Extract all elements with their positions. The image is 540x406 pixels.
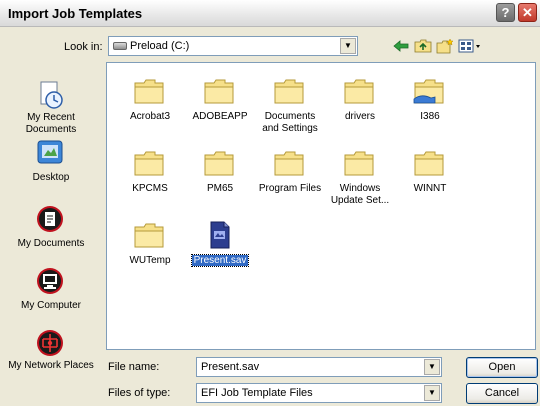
file-type-select[interactable]: EFI Job Template Files ▼ (196, 383, 442, 403)
file-name-value: Present.sav (201, 361, 260, 373)
file-name: Windows Update Set... (330, 183, 390, 206)
file-name-label: File name: (108, 361, 160, 373)
place-my-documents[interactable]: My Documents (2, 204, 100, 258)
my-computer-icon (37, 268, 63, 294)
file-type-value: EFI Job Template Files (201, 387, 313, 399)
folder-icon (344, 79, 374, 104)
file-item[interactable]: Program Files (255, 149, 325, 213)
desktop-icon (37, 140, 63, 164)
folder-icon (344, 151, 374, 176)
folder-icon (204, 79, 234, 104)
file-type-label: Files of type: (108, 387, 171, 399)
file-name: Program Files (258, 183, 322, 194)
folder-icon (204, 151, 234, 176)
file-name-input[interactable]: Present.sav ▼ (196, 357, 442, 377)
place-label: My Computer (20, 300, 81, 311)
file-item[interactable]: Acrobat3 (115, 77, 185, 141)
template-file-icon (210, 221, 230, 249)
file-item[interactable]: I386 (395, 77, 465, 141)
place-label: My Network Places (8, 360, 94, 371)
look-in-dropdown[interactable]: Preload (C:) ▼ (108, 36, 358, 56)
place-recent-documents[interactable]: My Recent Documents (2, 80, 100, 144)
new-folder-icon[interactable] (436, 38, 454, 54)
place-desktop[interactable]: Desktop (2, 138, 100, 190)
file-name: KPCMS (132, 183, 168, 194)
close-button[interactable]: ✕ (518, 3, 537, 22)
file-name: drivers (344, 111, 375, 122)
file-item[interactable]: drivers (325, 77, 395, 141)
cancel-button[interactable]: Cancel (466, 383, 538, 404)
place-label: My Documents (17, 238, 85, 249)
folder-icon (134, 151, 164, 176)
file-item[interactable]: PM65 (185, 149, 255, 213)
file-item[interactable]: Documents and Settings (255, 77, 325, 141)
open-button[interactable]: Open (466, 357, 538, 378)
back-arrow-icon[interactable] (392, 38, 410, 54)
chevron-down-icon[interactable]: ▼ (424, 359, 440, 375)
file-item[interactable]: Windows Update Set... (325, 149, 395, 213)
folder-icon (414, 151, 444, 176)
folder-icon (274, 79, 304, 104)
place-network-places[interactable]: My Network Places (2, 328, 100, 392)
file-item[interactable]: WINNT (395, 149, 465, 213)
file-name: I386 (420, 111, 440, 122)
view-menu-icon[interactable] (458, 38, 482, 54)
file-name: WINNT (413, 183, 447, 194)
folder-icon (274, 151, 304, 176)
window-title: Import Job Templates (8, 6, 143, 21)
look-in-label: Look in: (64, 41, 103, 53)
folder-icon (134, 79, 164, 104)
place-label: Desktop (32, 172, 70, 183)
file-name: Acrobat3 (129, 111, 171, 122)
help-button[interactable]: ? (496, 3, 515, 22)
place-label: My Recent Documents (25, 112, 77, 135)
places-bar: My Recent Documents Desktop My Documents… (2, 68, 100, 406)
network-places-icon (37, 330, 63, 356)
file-name: ADOBEAPP (192, 111, 248, 122)
folder-icon (134, 223, 164, 248)
file-name: PM65 (206, 183, 234, 194)
file-name: Documents and Settings (262, 111, 318, 134)
shared-folder-icon (413, 79, 444, 104)
file-item[interactable]: ADOBEAPP (185, 77, 255, 141)
chevron-down-icon[interactable]: ▼ (424, 385, 440, 401)
look-in-value: Preload (C:) (130, 40, 190, 52)
my-documents-icon (37, 206, 63, 232)
file-list[interactable]: Acrobat3 ADOBEAPP Documents and Settings… (106, 62, 536, 350)
file-name-selected: Present.sav (190, 254, 250, 267)
file-item-selected[interactable]: Present.sav (185, 221, 255, 285)
drive-icon (113, 42, 127, 50)
up-folder-icon[interactable] (414, 38, 432, 54)
file-item[interactable]: WUTemp (115, 221, 185, 285)
title-bar: Import Job Templates ? ✕ (0, 0, 540, 27)
file-name: WUTemp (129, 255, 171, 266)
chevron-down-icon[interactable]: ▼ (340, 38, 356, 54)
recent-documents-icon (40, 81, 63, 109)
place-my-computer[interactable]: My Computer (2, 266, 100, 320)
file-item[interactable]: KPCMS (115, 149, 185, 213)
